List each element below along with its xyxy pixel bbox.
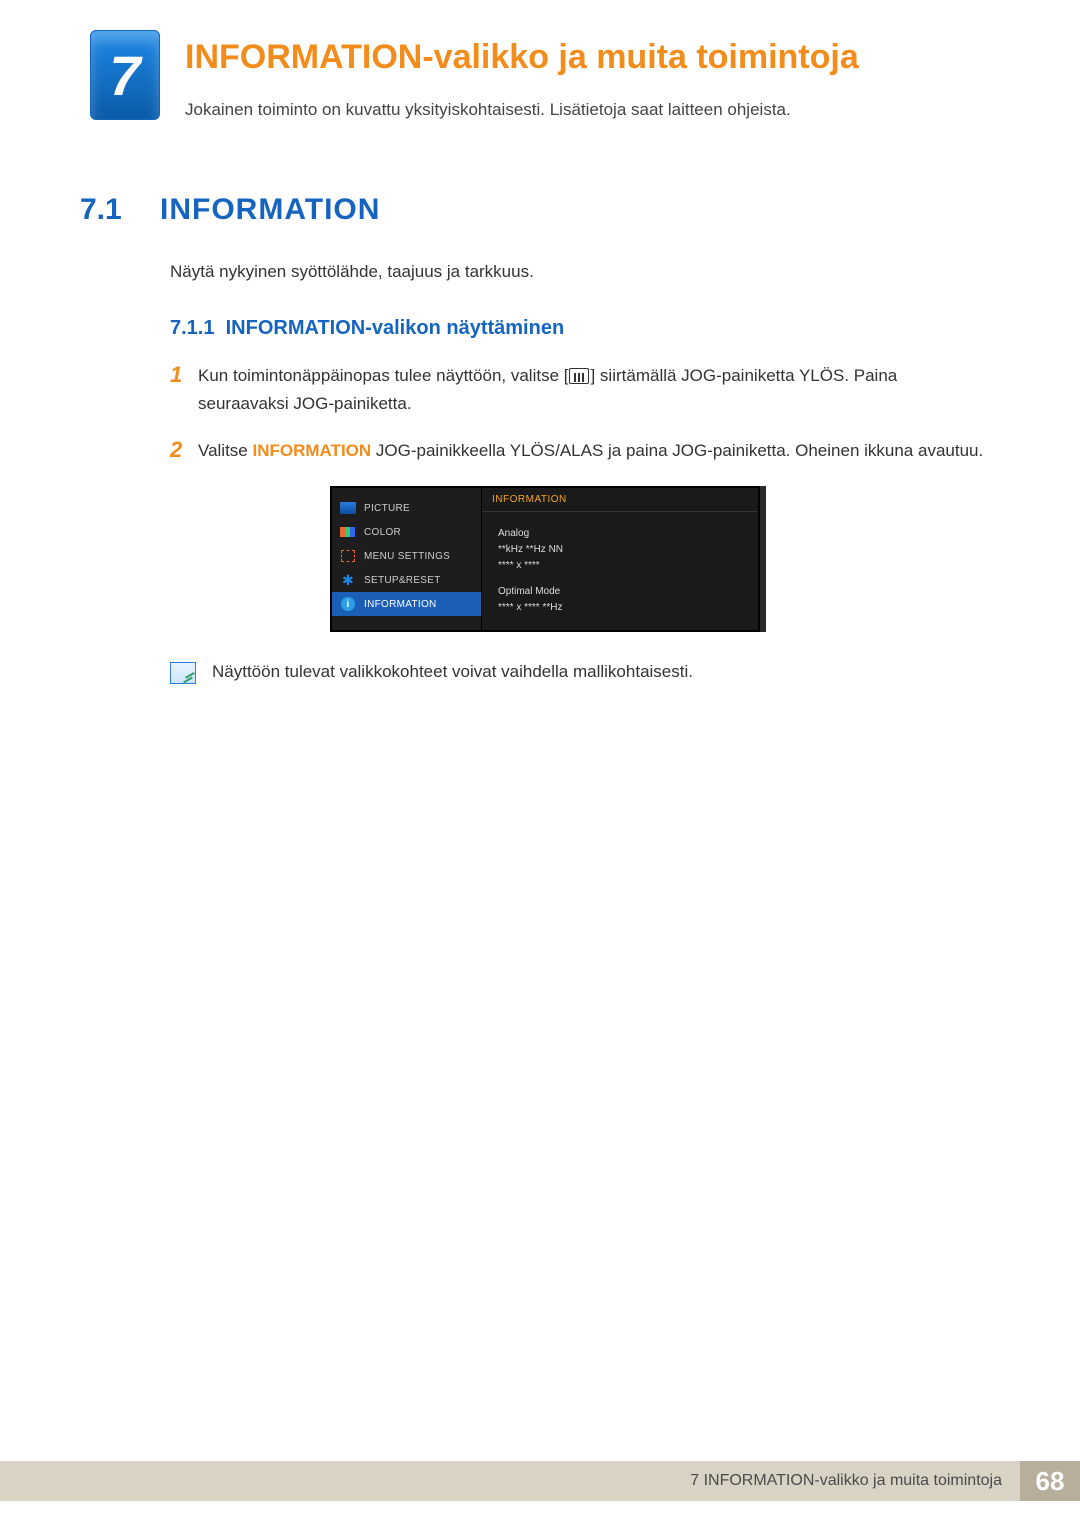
section-title: INFORMATION	[160, 193, 380, 227]
step-highlight: INFORMATION	[253, 441, 372, 460]
osd-info-line: Analog	[498, 526, 742, 542]
osd-menu-settings: MENU SETTINGS	[332, 544, 481, 568]
note: Näyttöön tulevat valikkokohteet voivat v…	[170, 662, 990, 684]
osd-menu-color: COLOR	[332, 520, 481, 544]
chapter-header: 7 INFORMATION-valikko ja muita toimintoj…	[90, 30, 990, 123]
osd-menu-label: SETUP&RESET	[364, 575, 441, 586]
page-footer: 7 INFORMATION-valikko ja muita toimintoj…	[0, 1461, 1080, 1501]
section-number: 7.1	[80, 193, 160, 227]
subsection-heading: 7.1.1 INFORMATION-valikon näyttäminen	[170, 317, 990, 340]
osd-info-line: **kHz **Hz NN	[498, 542, 742, 558]
section-heading: 7.1 INFORMATION	[80, 193, 990, 227]
osd-panel: INFORMATION Analog **kHz **Hz NN **** x …	[482, 488, 758, 630]
step-number: 2	[170, 437, 198, 466]
osd-menu-label: PICTURE	[364, 503, 410, 514]
osd-menu-label: INFORMATION	[364, 599, 437, 610]
gear-icon: ✱	[340, 574, 356, 586]
footer-chapter-label: 7 INFORMATION-valikko ja muita toimintoj…	[0, 1461, 1020, 1501]
step-item: 1 Kun toimintonäppäinopas tulee näyttöön…	[170, 362, 990, 420]
step-text-fragment: JOG-painikkeella YLÖS/ALAS ja paina JOG-…	[371, 441, 983, 460]
note-text: Näyttöön tulevat valikkokohteet voivat v…	[212, 662, 693, 682]
step-list: 1 Kun toimintonäppäinopas tulee näyttöön…	[170, 362, 990, 467]
color-icon	[340, 526, 356, 538]
osd-panel-title: INFORMATION	[482, 488, 758, 512]
osd-panel-body: Analog **kHz **Hz NN **** x **** Optimal…	[482, 512, 758, 630]
note-icon	[170, 662, 196, 684]
footer-page-number: 68	[1020, 1461, 1080, 1501]
info-icon: i	[340, 598, 356, 610]
osd-menu-label: COLOR	[364, 527, 401, 538]
subsection-title: INFORMATION-valikon näyttäminen	[226, 317, 565, 339]
osd-menu-picture: PICTURE	[332, 496, 481, 520]
osd-info-line: **** x **** **Hz	[498, 600, 742, 616]
osd-menu-label: MENU SETTINGS	[364, 551, 450, 562]
step-text-fragment: Kun toimintonäppäinopas tulee näyttöön, …	[198, 366, 568, 385]
osd-screenshot: PICTURE COLOR MENU SETTINGS ✱ SETUP&RESE…	[330, 486, 760, 632]
osd-menu: PICTURE COLOR MENU SETTINGS ✱ SETUP&RESE…	[332, 488, 482, 630]
chapter-subtitle: Jokainen toiminto on kuvattu yksityiskoh…	[185, 97, 990, 123]
step-number: 1	[170, 362, 198, 420]
menu-settings-icon	[340, 550, 356, 562]
osd-menu-information: i INFORMATION	[332, 592, 481, 616]
step-text-fragment: Valitse	[198, 441, 253, 460]
chapter-number-badge: 7	[90, 30, 160, 120]
osd-info-line: Optimal Mode	[498, 584, 742, 600]
menu-icon	[569, 368, 589, 384]
chapter-title: INFORMATION-valikko ja muita toimintoja	[185, 38, 990, 77]
osd-info-line: **** x ****	[498, 558, 742, 574]
step-text: Kun toimintonäppäinopas tulee näyttöön, …	[198, 362, 990, 420]
subsection-number: 7.1.1	[170, 317, 214, 339]
osd-menu-setup: ✱ SETUP&RESET	[332, 568, 481, 592]
step-text: Valitse INFORMATION JOG-painikkeella YLÖ…	[198, 437, 983, 466]
section-intro-text: Näytä nykyinen syöttölähde, taajuus ja t…	[170, 262, 990, 282]
step-item: 2 Valitse INFORMATION JOG-painikkeella Y…	[170, 437, 990, 466]
picture-icon	[340, 502, 356, 514]
